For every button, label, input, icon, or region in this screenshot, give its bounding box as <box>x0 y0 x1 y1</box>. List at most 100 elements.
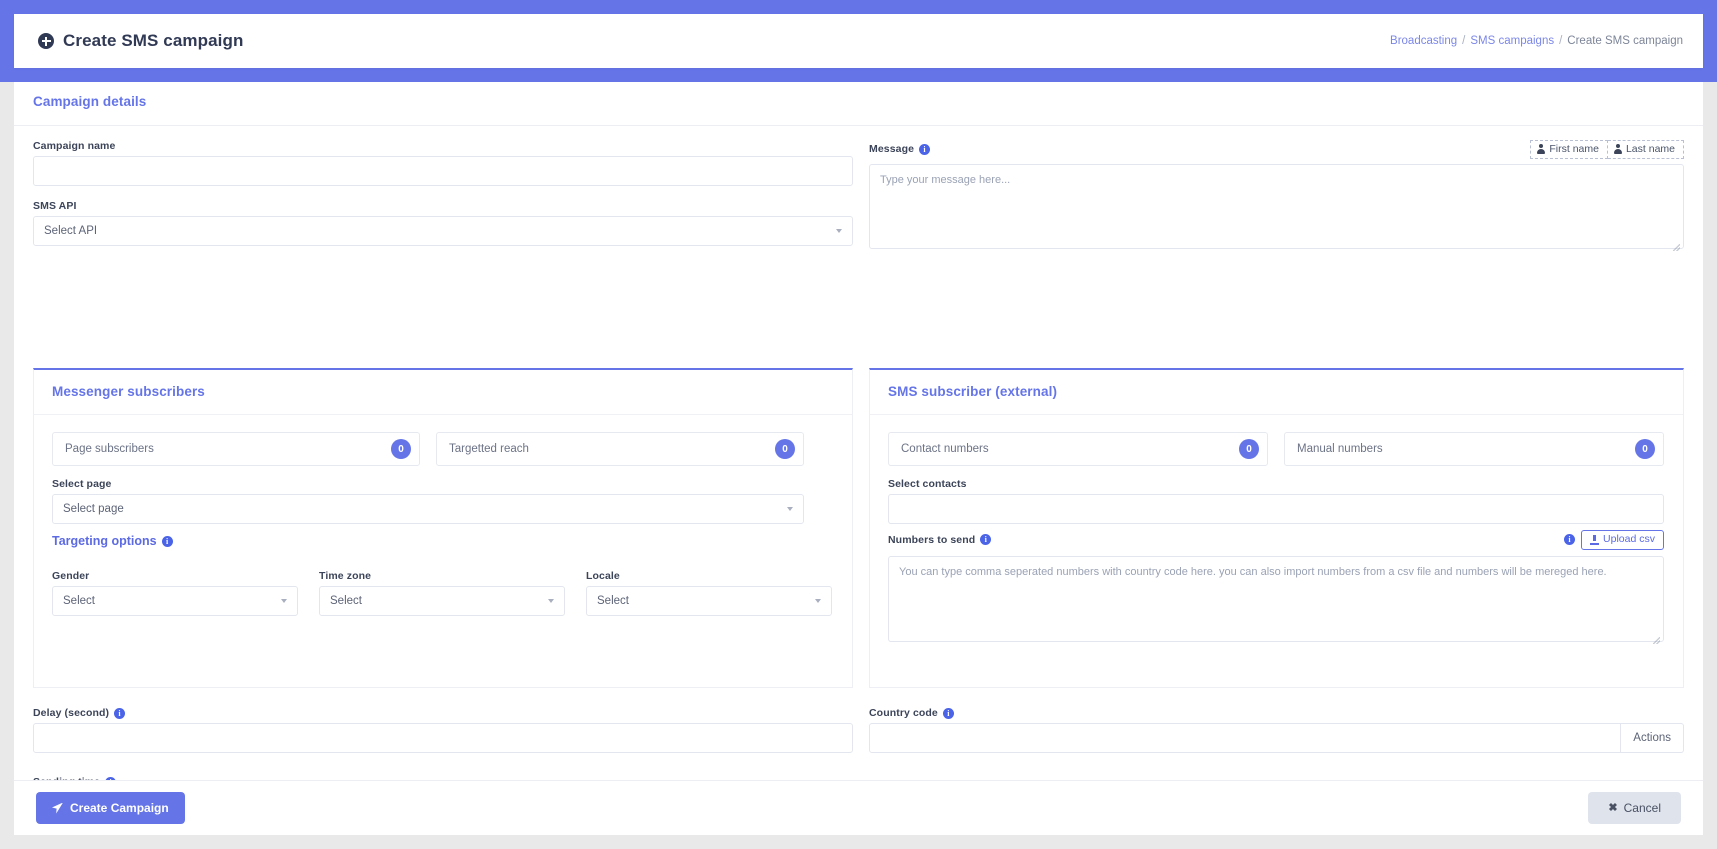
stat-contact-numbers-label: Contact numbers <box>901 443 989 455</box>
chevron-down-icon <box>815 599 821 603</box>
page-header: Create SMS campaign Broadcasting / SMS c… <box>14 14 1703 68</box>
numbers-to-send-actions: i Upload csv <box>1564 530 1664 550</box>
stat-targetted-reach-label: Targetted reach <box>449 443 529 455</box>
targeting-options-title: Targeting options i <box>52 534 173 548</box>
info-icon[interactable]: i <box>114 707 126 719</box>
select-page-dropdown[interactable]: Select page <box>52 494 804 524</box>
campaign-details-right-column: Message i First name Last name <box>869 140 1684 254</box>
upload-csv-label: Upload csv <box>1603 533 1655 545</box>
upload-icon <box>1590 534 1600 545</box>
locale-selected-value: Select <box>597 595 629 607</box>
token-first-name-label: First name <box>1549 143 1599 155</box>
info-icon[interactable]: i <box>980 534 992 546</box>
country-code-label: Country code <box>869 707 938 719</box>
messenger-subscribers-title: Messenger subscribers <box>52 384 205 399</box>
resize-handle[interactable] <box>1653 637 1660 644</box>
time-zone-label: Time zone <box>319 570 372 582</box>
sms-subscriber-title: SMS subscriber (external) <box>888 384 1058 399</box>
chevron-down-icon <box>787 507 793 511</box>
gender-select[interactable]: Select <box>52 586 298 616</box>
targeting-field-gender: Gender Select <box>52 570 298 616</box>
cancel-label: Cancel <box>1623 801 1661 815</box>
plus-circle-icon <box>38 33 54 49</box>
breadcrumb-item-broadcasting[interactable]: Broadcasting <box>1390 35 1457 47</box>
breadcrumb-separator: / <box>1462 35 1466 47</box>
chevron-down-icon <box>836 229 842 233</box>
select-contacts-field: Select contacts <box>888 478 1664 524</box>
sms-api-selected-value: Select API <box>44 225 98 237</box>
messenger-subscribers-panel: Messenger subscribers Page subscribers 0… <box>33 368 853 688</box>
create-campaign-label: Create Campaign <box>70 801 169 815</box>
stat-targetted-reach[interactable]: Targetted reach 0 <box>436 432 804 466</box>
message-header-row: Message i First name Last name <box>869 140 1684 159</box>
panel-divider <box>34 414 852 415</box>
info-icon[interactable]: i <box>161 535 173 547</box>
country-code-input-group: Actions <box>869 723 1684 753</box>
country-code-field-group: Country code i Actions <box>869 707 1684 753</box>
token-last-name[interactable]: Last name <box>1607 140 1684 159</box>
sms-subscriber-panel: SMS subscriber (external) Contact number… <box>869 368 1684 688</box>
delay-label: Delay (second) <box>33 707 110 719</box>
campaign-name-field-wrap <box>33 156 853 186</box>
message-token-group: First name Last name <box>1530 140 1684 159</box>
stat-manual-numbers-label: Manual numbers <box>1297 443 1383 455</box>
stat-page-subscribers-label: Page subscribers <box>65 443 154 455</box>
sms-api-select[interactable]: Select API <box>33 216 853 246</box>
targeting-field-timezone: Time zone Select <box>319 570 565 616</box>
info-icon[interactable]: i <box>919 143 931 155</box>
delay-input-wrap <box>33 723 853 753</box>
section-divider <box>14 125 1703 126</box>
breadcrumb-item-sms-campaigns[interactable]: SMS campaigns <box>1470 35 1554 47</box>
country-code-label-wrap: Country code i <box>869 707 1684 719</box>
locale-select[interactable]: Select <box>586 586 832 616</box>
numbers-to-send-textarea-wrap <box>888 556 1664 647</box>
resize-handle[interactable] <box>1673 243 1680 251</box>
token-last-name-label: Last name <box>1625 143 1675 155</box>
numbers-to-send-label-wrap: Numbers to send i <box>888 533 992 546</box>
select-contacts-input[interactable] <box>888 494 1664 524</box>
breadcrumb: Broadcasting / SMS campaigns / Create SM… <box>1390 35 1683 47</box>
country-code-input[interactable] <box>869 723 1622 753</box>
select-contacts-label: Select contacts <box>888 478 967 490</box>
info-icon[interactable]: i <box>942 707 954 719</box>
create-campaign-button[interactable]: Create Campaign <box>36 792 185 824</box>
paper-plane-icon <box>52 802 63 814</box>
select-contacts-input-wrap <box>888 494 1664 524</box>
message-label-wrap: Message i <box>869 143 931 155</box>
select-page-label: Select page <box>52 478 112 490</box>
breadcrumb-current: Create SMS campaign <box>1567 35 1683 47</box>
stat-page-subscribers-count: 0 <box>391 439 411 459</box>
sms-api-label: SMS API <box>33 200 77 212</box>
upload-csv-button[interactable]: Upload csv <box>1581 530 1664 550</box>
chevron-down-icon <box>281 599 287 603</box>
breadcrumb-separator: / <box>1559 35 1563 47</box>
targeting-field-locale: Locale Select <box>586 570 832 616</box>
select-page-field: Select page Select page <box>52 478 804 524</box>
delay-input[interactable] <box>33 723 853 753</box>
chevron-down-icon <box>548 599 554 603</box>
page-title: Create SMS campaign <box>38 31 243 51</box>
stat-page-subscribers[interactable]: Page subscribers 0 <box>52 432 420 466</box>
campaign-name-input[interactable] <box>33 156 853 186</box>
page-title-text: Create SMS campaign <box>63 31 244 50</box>
delay-label-wrap: Delay (second) i <box>33 707 853 719</box>
numbers-to-send-textarea[interactable] <box>888 556 1664 642</box>
gender-selected-value: Select <box>63 595 95 607</box>
stat-targetted-reach-count: 0 <box>775 439 795 459</box>
stat-contact-numbers-count: 0 <box>1239 439 1259 459</box>
country-code-actions-button[interactable]: Actions <box>1621 723 1684 753</box>
stat-contact-numbers[interactable]: Contact numbers 0 <box>888 432 1268 466</box>
stat-manual-numbers[interactable]: Manual numbers 0 <box>1284 432 1664 466</box>
targeting-options-label: Targeting options <box>52 534 157 548</box>
campaign-name-label: Campaign name <box>33 140 116 152</box>
info-icon[interactable]: i <box>1564 534 1576 546</box>
numbers-to-send-label: Numbers to send <box>888 533 976 546</box>
message-textarea[interactable] <box>869 163 1684 249</box>
panel-divider <box>870 414 1683 415</box>
cancel-button[interactable]: ✖ Cancel <box>1588 792 1681 824</box>
stat-manual-numbers-count: 0 <box>1635 439 1655 459</box>
token-first-name[interactable]: First name <box>1530 140 1608 159</box>
campaign-details-left-column: Campaign name SMS API Select API <box>33 140 853 246</box>
time-zone-select[interactable]: Select <box>319 586 565 616</box>
time-zone-selected-value: Select <box>330 595 362 607</box>
